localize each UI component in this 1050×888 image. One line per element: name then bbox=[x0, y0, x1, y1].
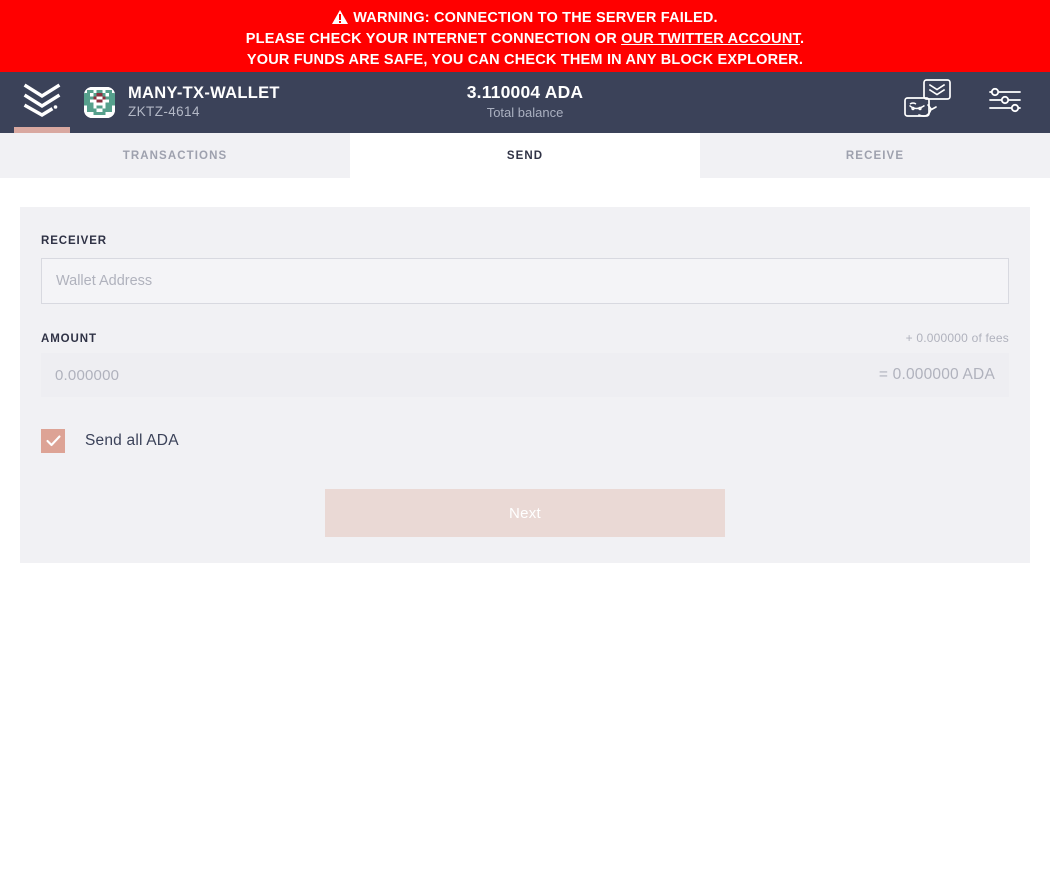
amount-label: AMOUNT bbox=[41, 333, 97, 345]
tab-send[interactable]: SEND bbox=[350, 133, 700, 178]
tab-transactions-label: TRANSACTIONS bbox=[122, 149, 228, 162]
submit-row: Next bbox=[41, 489, 1009, 537]
tab-receive[interactable]: RECEIVE bbox=[700, 133, 1050, 178]
wallet-name: MANY-TX-WALLET bbox=[128, 84, 280, 103]
warning-text-1: WARNING: CONNECTION TO THE SERVER FAILED… bbox=[353, 9, 718, 26]
tab-send-label: SEND bbox=[506, 149, 544, 162]
wallet-switch-icon[interactable] bbox=[902, 77, 954, 128]
wallet-summary[interactable]: MANY-TX-WALLET ZKTZ-4614 bbox=[84, 84, 280, 121]
tab-receive-label: RECEIVE bbox=[845, 149, 905, 162]
amount-equals-ada: = 0.000000 ADA bbox=[878, 366, 995, 383]
header-actions bbox=[902, 77, 1050, 128]
amount-input-row[interactable]: 0.000000 = 0.000000 ADA bbox=[41, 353, 1009, 397]
checkmark-icon bbox=[45, 435, 61, 447]
send-all-ada-label: Send all ADA bbox=[85, 432, 179, 449]
tab-transactions[interactable]: TRANSACTIONS bbox=[0, 133, 350, 178]
warning-triangle-icon bbox=[332, 9, 349, 24]
receiver-label: RECEIVER bbox=[41, 235, 107, 247]
amount-header-row: AMOUNT + 0.000000 of fees bbox=[41, 331, 1009, 345]
warning-line-3: YOUR FUNDS ARE SAFE, YOU CAN CHECK THEM … bbox=[246, 52, 804, 69]
server-connection-warning-banner: WARNING: CONNECTION TO THE SERVER FAILED… bbox=[0, 0, 1050, 72]
app-logo-button[interactable] bbox=[0, 72, 84, 133]
warning-line-1: WARNING: CONNECTION TO THE SERVER FAILED… bbox=[0, 9, 1050, 26]
send-all-ada-checkbox[interactable] bbox=[41, 429, 65, 453]
settings-sliders-icon[interactable] bbox=[988, 87, 1022, 118]
logo-accent-underline bbox=[14, 127, 70, 133]
warning-line-2: PLEASE CHECK YOUR INTERNET CONNECTION OR… bbox=[0, 30, 1050, 47]
fees-note: + 0.000000 of fees bbox=[905, 331, 1009, 345]
send-page-content: RECEIVER AMOUNT + 0.000000 of fees 0.000… bbox=[0, 178, 1050, 563]
twitter-account-link[interactable]: OUR TWITTER ACCOUNT bbox=[621, 31, 800, 47]
send-form-panel: RECEIVER AMOUNT + 0.000000 of fees 0.000… bbox=[20, 207, 1030, 563]
receiver-address-input[interactable] bbox=[41, 258, 1009, 304]
next-button[interactable]: Next bbox=[325, 489, 725, 537]
daedalus-chevrons-logo-icon bbox=[23, 83, 61, 122]
app-header: MANY-TX-WALLET ZKTZ-4614 3.110004 ADA To… bbox=[0, 72, 1050, 133]
amount-value[interactable]: 0.000000 bbox=[55, 367, 119, 384]
warning-text-2-suffix: . bbox=[799, 30, 805, 47]
wallet-id: ZKTZ-4614 bbox=[128, 104, 200, 120]
wallet-identicon-avatar bbox=[84, 86, 115, 118]
wallet-nav-tabs: TRANSACTIONS SEND RECEIVE bbox=[0, 133, 1050, 178]
send-all-ada-row[interactable]: Send all ADA bbox=[41, 429, 1009, 453]
warning-text-2-prefix: PLEASE CHECK YOUR INTERNET CONNECTION OR bbox=[245, 30, 622, 47]
